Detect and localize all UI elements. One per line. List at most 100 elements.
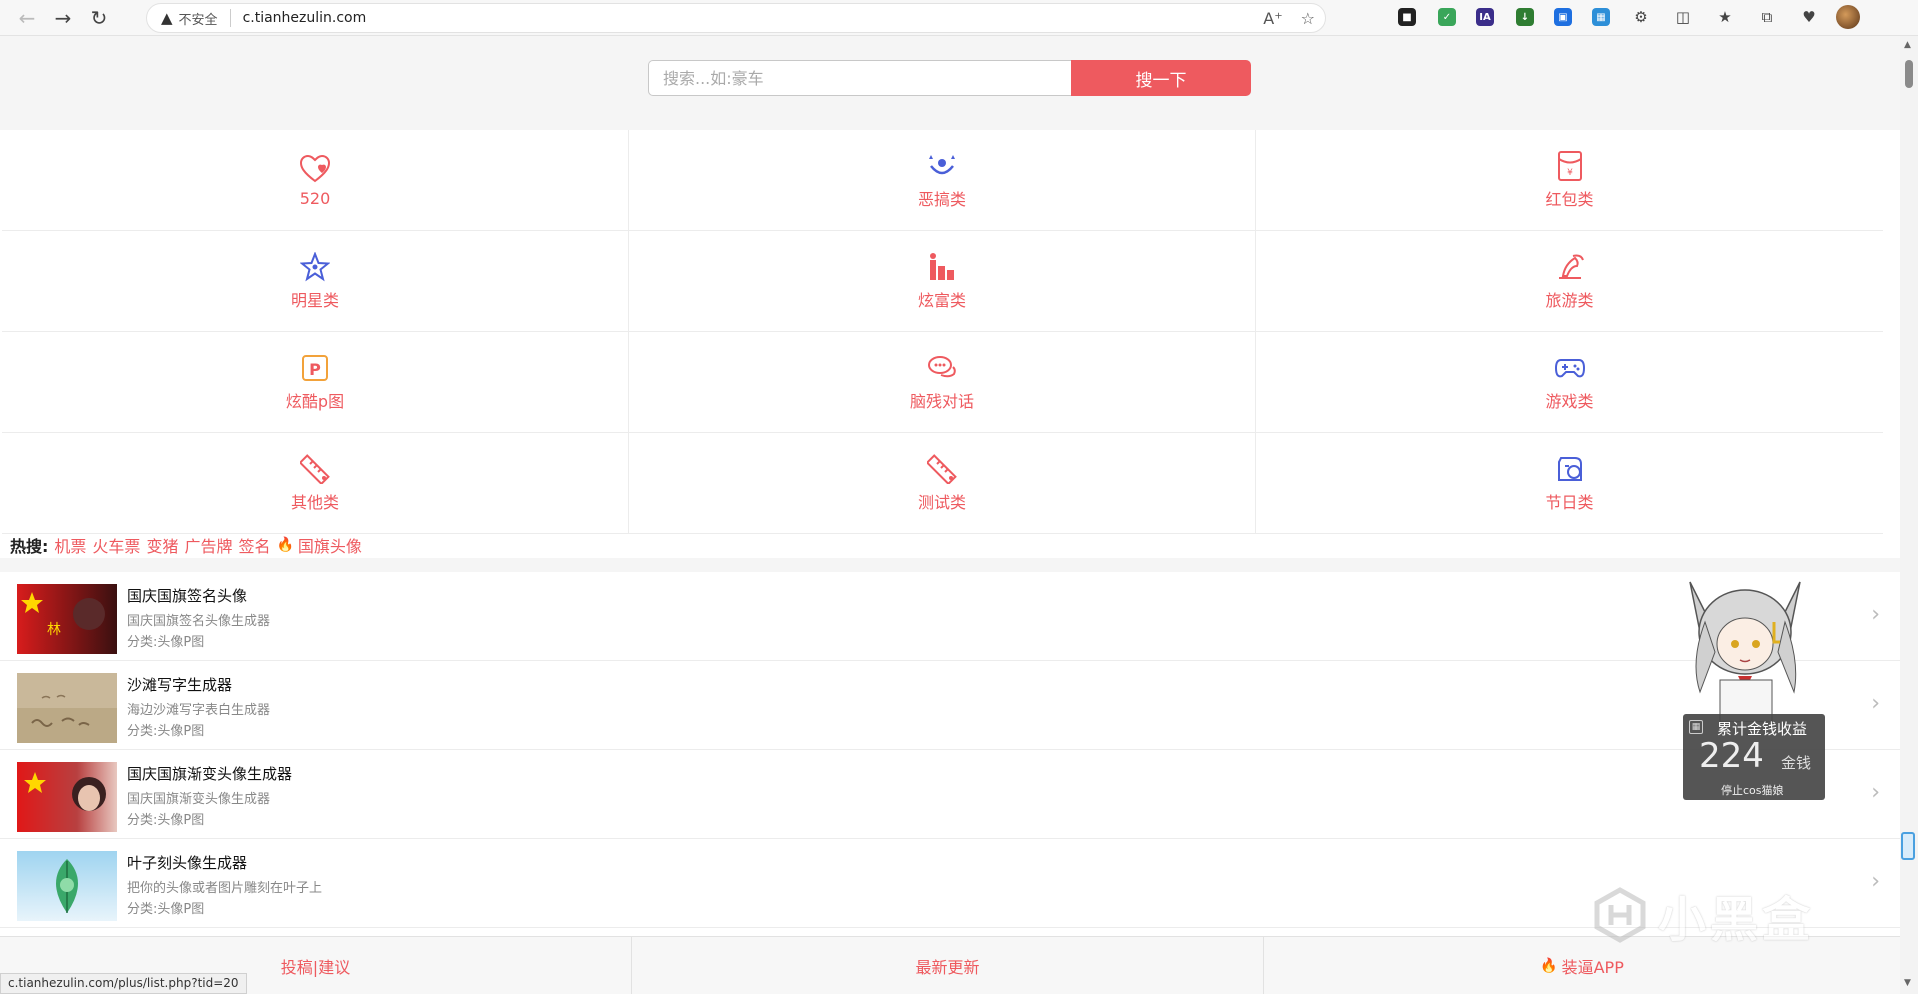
address-separator — [229, 9, 231, 27]
heart-icon — [299, 153, 331, 185]
category-label: 测试类 — [917, 493, 966, 512]
svg-text:林: 林 — [47, 622, 61, 638]
chat-icon — [926, 352, 958, 384]
forward-button[interactable]: → — [46, 3, 80, 33]
scrollbar-thumb[interactable] — [1905, 60, 1913, 88]
extension-game-icon[interactable]: ■ — [1396, 6, 1418, 28]
watermark: 小黑盒 — [1592, 880, 1814, 950]
widget-menu-icon[interactable]: ▦ — [1689, 720, 1703, 734]
category-celebrity[interactable]: 明星类 — [2, 231, 629, 332]
category-game[interactable]: 游戏类 — [1256, 332, 1883, 433]
collections-icon[interactable]: ⧉ — [1756, 6, 1778, 28]
funny-face-icon — [926, 150, 958, 182]
category-label: 游戏类 — [1545, 392, 1594, 411]
item-thumbnail: 林 — [17, 584, 117, 654]
coin-amount: 224 — [1699, 736, 1764, 776]
flame-icon: 🔥 — [276, 537, 294, 553]
category-label: 红包类 — [1545, 190, 1594, 209]
gamepad-icon — [1554, 352, 1586, 384]
category-silly-chat[interactable]: 脑残对话 — [629, 332, 1256, 433]
item-category: 分类:头像P图 — [127, 813, 205, 828]
chevron-right-icon: › — [1871, 780, 1880, 805]
hot-tag[interactable]: 机票 — [54, 533, 86, 557]
insecure-label: 不安全 — [178, 12, 218, 28]
flame-icon: 🔥 — [1540, 957, 1558, 974]
refresh-button[interactable]: ↻ — [82, 3, 116, 33]
travel-icon — [1554, 251, 1586, 283]
red-envelope-icon: ¥ — [1554, 150, 1586, 182]
scroll-down-icon[interactable]: ▼ — [1904, 978, 1911, 988]
category-label: 明星类 — [290, 291, 339, 310]
list-item[interactable]: 沙滩写字生成器 海边沙滩写字表白生成器 分类:头像P图 › — [0, 661, 1900, 750]
rich-icon — [926, 251, 958, 283]
category-label: 炫酷p图 — [285, 392, 345, 411]
category-other[interactable]: 其他类 — [2, 433, 629, 534]
p-image-icon: P — [299, 352, 331, 384]
extension-apps-icon[interactable]: ▦ — [1590, 6, 1612, 28]
chevron-right-icon: › — [1871, 691, 1880, 716]
profile-avatar[interactable] — [1836, 5, 1860, 29]
favorite-star-icon[interactable]: ☆ — [1301, 9, 1315, 28]
category-cool-pimage[interactable]: P 炫酷p图 — [2, 332, 629, 433]
category-festival[interactable]: 节日类 — [1256, 433, 1883, 534]
item-category: 分类:头像P图 — [127, 635, 205, 650]
watermark-text: 小黑盒 — [1658, 892, 1815, 948]
category-rich[interactable]: 炫富类 — [629, 231, 1256, 332]
item-description: 海边沙滩写字表白生成器 — [127, 703, 271, 718]
hot-tag[interactable]: 火车票 — [92, 533, 140, 557]
hot-tag-highlight[interactable]: 国旗头像 — [298, 533, 362, 557]
hot-search-title: 热搜: — [10, 537, 49, 556]
extension-ia-icon[interactable]: IA — [1474, 6, 1496, 28]
category-test[interactable]: 测试类 — [629, 433, 1256, 534]
item-title: 叶子刻头像生成器 — [127, 854, 248, 872]
favorites-icon[interactable]: ★ — [1714, 6, 1736, 28]
search-area: 搜一下 — [0, 36, 1900, 130]
heybox-logo-icon — [1594, 887, 1646, 943]
url-text: c.tianhezulin.com — [242, 10, 367, 26]
latest-updates-link[interactable]: 最新更新 — [632, 937, 1264, 994]
coin-earnings-widget[interactable]: ▦ 累计金钱收益 224 金钱 停止cos猫娘 — [1683, 714, 1825, 800]
stop-mascot-button[interactable]: 停止cos猫娘 — [1721, 782, 1784, 798]
section-divider — [0, 558, 1900, 572]
extension-download-icon[interactable]: ↓ — [1514, 6, 1536, 28]
address-bar[interactable]: ▲ 不安全 c.tianhezulin.com A⁺ ☆ — [146, 3, 1326, 33]
hot-tag[interactable]: 变猪 — [146, 533, 178, 557]
back-button[interactable]: ← — [10, 3, 44, 33]
side-tab-handle[interactable] — [1901, 832, 1915, 860]
item-description: 把你的头像或者图片雕刻在叶子上 — [127, 881, 323, 896]
extension-shield-icon[interactable]: ✓ — [1436, 6, 1458, 28]
hot-tag[interactable]: 广告牌 — [184, 533, 232, 557]
performance-icon[interactable]: ♥ — [1798, 6, 1820, 28]
extension-blue-icon[interactable]: ▣ — [1552, 6, 1574, 28]
ruler-icon — [926, 453, 958, 485]
split-screen-icon[interactable]: ◫ — [1672, 6, 1694, 28]
svg-text:¥: ¥ — [1567, 168, 1573, 178]
chevron-right-icon: › — [1871, 869, 1880, 894]
category-red-envelope[interactable]: ¥ 红包类 — [1256, 130, 1883, 231]
status-bar-url: c.tianhezulin.com/plus/list.php?tid=20 — [0, 973, 247, 994]
category-travel[interactable]: 旅游类 — [1256, 231, 1883, 332]
chevron-right-icon: › — [1871, 602, 1880, 627]
festival-icon — [1554, 453, 1586, 485]
category-label: 旅游类 — [1545, 291, 1594, 310]
read-aloud-icon[interactable]: A⁺ — [1263, 9, 1282, 28]
item-title: 国庆国旗渐变头像生成器 — [127, 765, 293, 783]
extensions-puzzle-icon[interactable]: ⚙ — [1630, 6, 1652, 28]
category-label: 其他类 — [290, 493, 339, 512]
list-item[interactable]: 林 国庆国旗签名头像 国庆国旗签名头像生成器 分类:头像P图 › — [0, 572, 1900, 661]
hot-tag[interactable]: 签名 — [238, 533, 270, 557]
item-thumbnail — [17, 762, 117, 832]
app-link-label: 装逼APP — [1561, 957, 1624, 977]
scroll-up-icon[interactable]: ▲ — [1904, 40, 1911, 50]
svg-text:P: P — [309, 360, 321, 379]
item-description: 国庆国旗签名头像生成器 — [127, 614, 271, 629]
list-item[interactable]: 国庆国旗渐变头像生成器 国庆国旗渐变头像生成器 分类:头像P图 › — [0, 750, 1900, 839]
star-icon — [299, 251, 331, 283]
category-prank[interactable]: 恶搞类 — [629, 130, 1256, 231]
category-grid: 520 恶搞类 ¥ 红包类 明星类 炫富类 旅游类 P 炫酷p图 脑残对话 游戏… — [2, 130, 1883, 534]
category-label: 节日类 — [1545, 493, 1594, 512]
category-520[interactable]: 520 — [2, 130, 629, 231]
ruler-icon — [299, 453, 331, 485]
search-input[interactable] — [648, 60, 1072, 96]
search-button[interactable]: 搜一下 — [1071, 60, 1251, 96]
